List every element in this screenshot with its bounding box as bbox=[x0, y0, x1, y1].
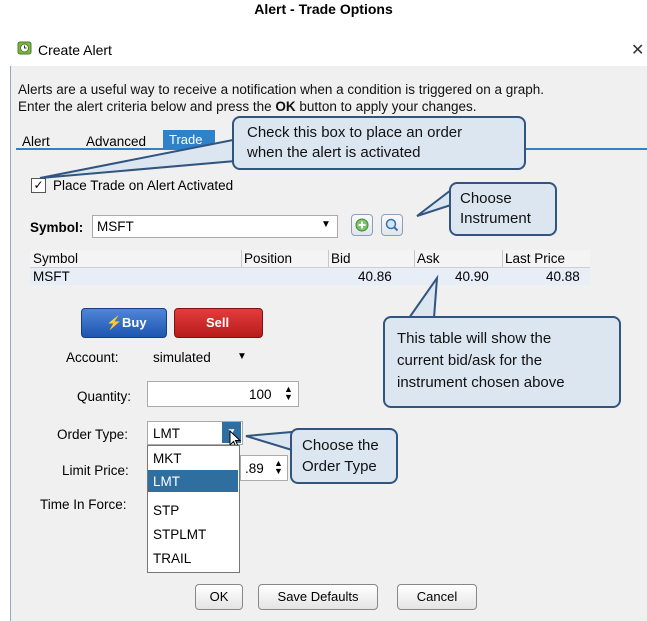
callout-checkbox-line-1: Check this box to place an order bbox=[247, 124, 463, 141]
callout-table: This table will show the current bid/ask… bbox=[383, 316, 621, 408]
callout-order-type-line-1: Choose the bbox=[302, 437, 379, 454]
callout-instrument-line-1: Choose bbox=[460, 190, 512, 207]
callout-table-line-1: This table will show the bbox=[397, 330, 552, 347]
callout-checkbox: Check this box to place an order when th… bbox=[232, 116, 526, 170]
callout-pointers bbox=[39, 138, 452, 452]
callout-table-line-2: current bid/ask for the bbox=[397, 352, 543, 369]
callout-order-type: Choose the Order Type bbox=[290, 428, 398, 484]
callout-table-line-3: instrument chosen above bbox=[397, 374, 565, 391]
callout-instrument: Choose Instrument bbox=[449, 182, 557, 236]
callout-checkbox-line-2: when the alert is activated bbox=[247, 144, 421, 161]
callout-instrument-line-2: Instrument bbox=[460, 210, 531, 227]
callout-order-type-line-2: Order Type bbox=[302, 458, 377, 475]
